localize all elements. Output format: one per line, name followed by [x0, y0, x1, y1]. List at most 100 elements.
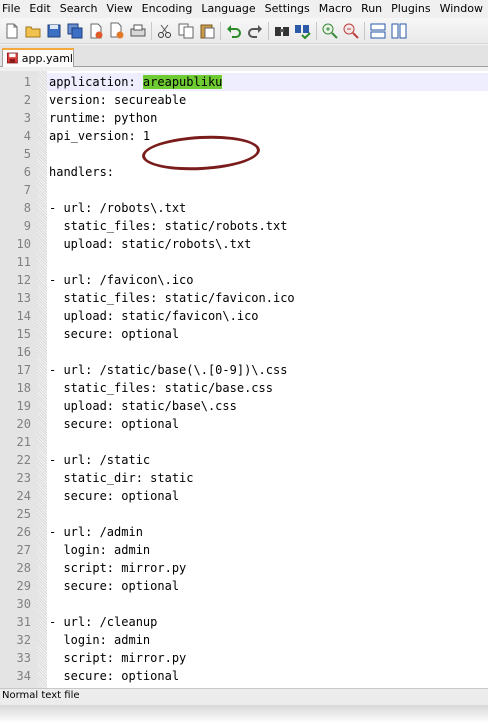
- replace-icon[interactable]: [294, 22, 312, 40]
- code-line[interactable]: handlers:: [49, 163, 114, 181]
- line-number: 9: [23, 219, 31, 233]
- line-number: 30: [16, 597, 31, 611]
- code-line[interactable]: - url: /cleanup: [49, 613, 157, 631]
- code-line[interactable]: - url: /admin: [49, 523, 143, 541]
- menu-language[interactable]: Language: [197, 0, 260, 18]
- code-line[interactable]: script: mirror.py: [49, 649, 186, 667]
- line-number: 6: [23, 165, 31, 179]
- tab-label: app.yaml: [21, 51, 73, 65]
- menu-settings[interactable]: Settings: [261, 0, 315, 18]
- code-line[interactable]: application: areapubliku: [49, 73, 223, 91]
- line-number: 26: [16, 525, 31, 539]
- line-number: 4: [23, 129, 31, 143]
- code-editor[interactable]: 1 application: areapubliku 2 version: secur…: [0, 71, 488, 688]
- menu-edit[interactable]: Edit: [25, 0, 55, 18]
- line-number: 16: [16, 345, 31, 359]
- line-number: 14: [16, 309, 31, 323]
- copy-icon[interactable]: [177, 22, 195, 40]
- code-line[interactable]: - url: /robots\.txt: [49, 199, 186, 217]
- redo-icon[interactable]: [246, 22, 264, 40]
- close-icon[interactable]: [87, 22, 105, 40]
- code-line[interactable]: upload: static/favicon\.ico: [49, 307, 258, 325]
- fold-margin[interactable]: [37, 71, 47, 688]
- code-line[interactable]: upload: static/base\.css: [49, 397, 237, 415]
- code-text: upload: static/robots\.txt: [49, 237, 252, 251]
- sync-horizontal-icon[interactable]: [390, 22, 408, 40]
- code-line[interactable]: secure: optional: [49, 325, 179, 343]
- save-all-icon[interactable]: [66, 22, 84, 40]
- line-number: 25: [16, 507, 31, 521]
- code-line[interactable]: login: admin: [49, 631, 150, 649]
- code-line[interactable]: - url: /favicon\.ico: [49, 271, 194, 289]
- code-line[interactable]: login: admin: [49, 541, 150, 559]
- code-line[interactable]: static_files: static/base.css: [49, 379, 273, 397]
- print-icon[interactable]: [129, 22, 147, 40]
- code-line[interactable]: script: mirror.py: [49, 559, 186, 577]
- toolbar-separator: [220, 21, 221, 40]
- code-text: secure: optional: [49, 579, 180, 593]
- line-number: 33: [16, 651, 31, 665]
- code-text: - url: /static: [49, 453, 151, 467]
- code-line[interactable]: secure: optional: [49, 415, 179, 433]
- menu-window[interactable]: Window: [436, 0, 488, 18]
- sync-vertical-icon[interactable]: [369, 22, 387, 40]
- open-file-icon[interactable]: [24, 22, 42, 40]
- code-text: static_files: static/favicon.ico: [49, 291, 295, 305]
- status-bar: Normal text file: [0, 688, 488, 705]
- save-icon[interactable]: [45, 22, 63, 40]
- zoom-out-icon[interactable]: [342, 22, 360, 40]
- code-line[interactable]: static_files: static/favicon.ico: [49, 289, 295, 307]
- code-line[interactable]: upload: static/robots\.txt: [49, 235, 251, 253]
- menu-file[interactable]: File: [0, 0, 25, 18]
- undo-icon[interactable]: [225, 22, 243, 40]
- paste-icon[interactable]: [198, 22, 216, 40]
- code-text: runtime: python: [49, 111, 158, 125]
- toolbar-separator: [151, 21, 152, 40]
- code-text: - url: /favicon\.ico: [49, 273, 194, 287]
- find-icon[interactable]: [273, 22, 291, 40]
- zoom-in-icon[interactable]: [321, 22, 339, 40]
- code-line[interactable]: secure: optional: [49, 577, 179, 595]
- code-text: script: mirror.py: [49, 561, 187, 575]
- line-number: 31: [16, 615, 31, 629]
- code-line[interactable]: runtime: python: [49, 109, 157, 127]
- code-text: upload: static/base\.css: [49, 399, 237, 413]
- code-text: - url: /static/base(\.[0-9])\.css: [49, 363, 288, 377]
- tab-bar: app.yaml: [0, 45, 488, 67]
- code-line[interactable]: - url: /static/base(\.[0-9])\.css: [49, 361, 287, 379]
- code-line[interactable]: api_version: 1: [49, 127, 150, 145]
- line-number: 12: [16, 273, 31, 287]
- line-number: 20: [16, 417, 31, 431]
- code-text: application:: [49, 75, 143, 89]
- tab-app-yaml[interactable]: app.yaml: [2, 48, 74, 67]
- code-line[interactable]: - url: /static: [49, 451, 150, 469]
- line-number: 32: [16, 633, 31, 647]
- toolbar: [0, 18, 488, 44]
- cut-icon[interactable]: [156, 22, 174, 40]
- line-number: 15: [16, 327, 31, 341]
- menu-encoding[interactable]: Encoding: [138, 0, 198, 18]
- line-number: 21: [16, 435, 31, 449]
- code-line[interactable]: static_files: static/robots.txt: [49, 217, 287, 235]
- code-text: static_files: static/robots.txt: [49, 219, 288, 233]
- code-text: api_version: 1: [49, 129, 151, 143]
- code-text: secure: optional: [49, 327, 180, 341]
- new-file-icon[interactable]: [3, 22, 21, 40]
- code-text: secure: optional: [49, 417, 180, 431]
- line-number: 1: [23, 75, 31, 89]
- code-line[interactable]: version: secureable: [49, 91, 186, 109]
- menu-plugins[interactable]: Plugins: [387, 0, 435, 18]
- menu-search[interactable]: Search: [56, 0, 103, 18]
- code-line[interactable]: secure: optional: [49, 487, 179, 505]
- code-line[interactable]: static_dir: static: [49, 469, 193, 487]
- menu-macro[interactable]: Macro: [315, 0, 357, 18]
- close-all-icon[interactable]: [108, 22, 126, 40]
- code-line[interactable]: secure: optional: [49, 667, 179, 685]
- saved-file-icon: [7, 52, 18, 64]
- line-number: 24: [16, 489, 31, 503]
- menu-view[interactable]: View: [103, 0, 138, 18]
- line-number: 11: [16, 255, 31, 269]
- toolbar-separator: [364, 21, 365, 40]
- menu-run[interactable]: Run: [357, 0, 387, 18]
- code-text: secure: optional: [49, 489, 180, 503]
